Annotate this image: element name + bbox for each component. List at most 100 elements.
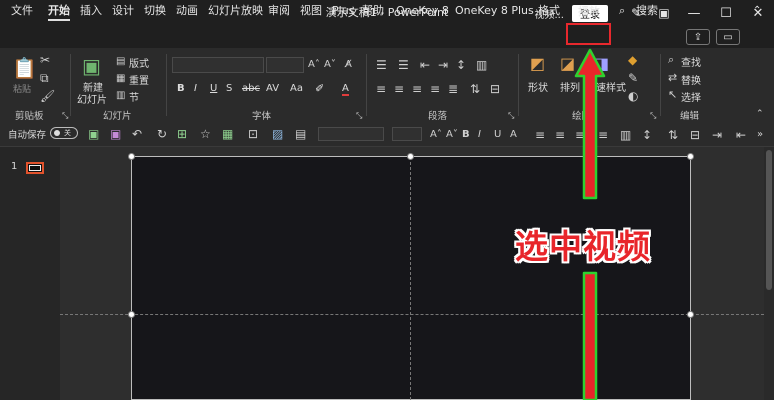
shapes-button[interactable]: 形状 [528,79,548,94]
qat-shrink-font-icon[interactable]: A˅ [446,129,458,141]
ribbon-collapse-icon[interactable]: ⌃ [753,0,761,22]
reset-button[interactable]: 重置 [129,72,149,87]
decrease-indent-icon[interactable]: ⇤ [420,59,430,71]
qat-columns-icon[interactable]: ▥ [620,129,631,141]
italic-button[interactable]: I [194,83,197,94]
align-text-icon[interactable]: ⊟ [490,83,500,95]
bold-button[interactable]: B [177,83,185,94]
cut-icon[interactable]: ✂ [40,54,50,66]
slide-thumbnail[interactable] [26,162,44,174]
tab-review[interactable]: 审阅 [268,0,290,22]
search-icon[interactable]: ⌕ [619,0,625,22]
image-icon[interactable]: ▨ [272,128,283,140]
select-icon[interactable]: ↖ [668,89,677,101]
resize-handle[interactable] [687,153,694,160]
qat-font-combo[interactable] [318,127,384,141]
tab-search[interactable]: 搜索 [636,0,658,22]
line-spacing-icon[interactable]: ↕ [456,59,466,71]
justify-icon[interactable]: ≡ [430,83,440,95]
reset-icon[interactable]: ▦ [116,73,125,85]
shape-insert-icon[interactable]: ⊡ [248,128,258,140]
new-slide-label-2[interactable]: 幻灯片 [77,91,107,106]
layout-icon[interactable]: ▤ [116,56,125,68]
insert-picture-icon[interactable]: ▦ [222,128,233,140]
highlight-icon[interactable]: ✐ [315,83,324,95]
tab-insert[interactable]: 插入 [80,0,102,22]
shrink-font-icon[interactable]: A˅ [324,59,336,71]
resize-handle[interactable] [128,153,135,160]
tab-onekey8-plus[interactable]: OneKey 8 Plus [455,0,534,22]
font-launcher-icon[interactable]: ⤡ [356,110,362,122]
bullets-icon[interactable]: ☰ [376,59,387,71]
autosave-toggle[interactable]: 关 [50,127,78,139]
save-as-icon[interactable]: ▣ [110,128,121,140]
qat-align-text-icon[interactable]: ⊟ [690,129,700,141]
tab-transitions[interactable]: 切换 [144,0,166,22]
clear-format-icon[interactable]: A̸ [345,59,352,71]
font-name-combo[interactable] [172,57,264,73]
ribbon-collapse-caret-icon[interactable]: ⌃ [756,108,764,120]
char-spacing-button[interactable]: AV [266,83,279,94]
redo-icon[interactable]: ↻ [157,128,167,140]
resize-handle[interactable] [687,311,694,318]
increase-indent-icon[interactable]: ⇥ [438,59,448,71]
comments-icon[interactable]: ▭ [716,29,740,45]
layout-button[interactable]: 版式 [129,55,149,70]
font-color-button[interactable]: A [342,83,349,96]
font-size-combo[interactable] [266,57,304,73]
grow-font-icon[interactable]: A˄ [308,59,320,71]
resize-handle[interactable] [407,153,414,160]
align-right-icon[interactable]: ≡ [412,83,422,95]
tab-format[interactable]: 格式 [538,0,560,22]
resize-handle[interactable] [128,311,135,318]
paragraph-launcher-icon[interactable]: ⤡ [508,110,514,122]
qat-font-color-icon[interactable]: A [510,129,517,141]
qat-line-spacing-icon[interactable]: ↕ [642,129,652,141]
shapes-icon[interactable]: ◩ [530,56,545,72]
section-icon[interactable]: ▥ [116,90,125,102]
restore-icon[interactable]: ☐ [710,6,742,21]
paste-label[interactable]: 粘贴 [13,82,31,95]
text-direction-icon[interactable]: ⇅ [470,83,480,95]
align-left-icon[interactable]: ≡ [376,83,386,95]
tab-file[interactable]: 文件 [11,0,33,22]
tab-animations[interactable]: 动画 [176,0,198,22]
shape-outline-icon[interactable]: ✎ [628,72,638,84]
drawing-launcher-icon[interactable]: ⤡ [650,110,656,122]
tab-home[interactable]: 开始 [48,0,70,22]
qat-size-combo[interactable] [392,127,422,141]
qat-indent-icon[interactable]: ⇥ [712,129,722,141]
qat-underline-icon[interactable]: U [494,129,501,141]
new-slide-icon[interactable]: ▣ [82,56,101,76]
undo-icon[interactable]: ↶ [132,128,142,140]
underline-button[interactable]: U [210,83,217,94]
qat-grow-font-icon[interactable]: A˄ [430,129,442,141]
tab-slideshow[interactable]: 幻灯片放映 [208,0,263,22]
distributed-icon[interactable]: ≣ [448,83,458,95]
strikethrough-button[interactable]: abc [242,83,260,94]
save-icon[interactable]: ▣ [88,128,99,140]
shape-effects-icon[interactable]: ◐ [628,90,638,102]
format-painter-icon[interactable]: 🖌 [40,90,55,102]
qat-italic-icon[interactable]: I [478,129,481,141]
qat-bold-icon[interactable]: B [462,129,470,141]
textbox-icon[interactable]: ▤ [295,128,306,140]
qat-customize-icon[interactable]: » [757,129,763,141]
scrollbar-thumb[interactable] [766,150,772,290]
find-icon[interactable]: ⌕ [668,54,674,66]
tab-help[interactable]: 帮助 [362,0,384,22]
star-icon[interactable]: ☆ [200,128,211,140]
align-center-icon[interactable]: ≡ [394,83,404,95]
tab-plus[interactable]: Plus [332,0,354,22]
qat-text-direction-icon[interactable]: ⇅ [668,129,678,141]
shape-fill-icon[interactable]: ◆ [628,54,637,66]
change-case-button[interactable]: Aa [290,83,303,94]
tab-view[interactable]: 视图 [300,0,322,22]
paste-icon[interactable]: 📋 [12,58,37,78]
minimize-icon[interactable]: — [678,6,710,21]
replace-button[interactable]: 替换 [681,72,701,87]
qat-align-left-icon[interactable]: ≡ [535,129,545,141]
slideshow-icon[interactable]: ⊞ [177,128,187,140]
section-button[interactable]: 节 [129,89,139,104]
find-button[interactable]: 查找 [681,54,701,69]
